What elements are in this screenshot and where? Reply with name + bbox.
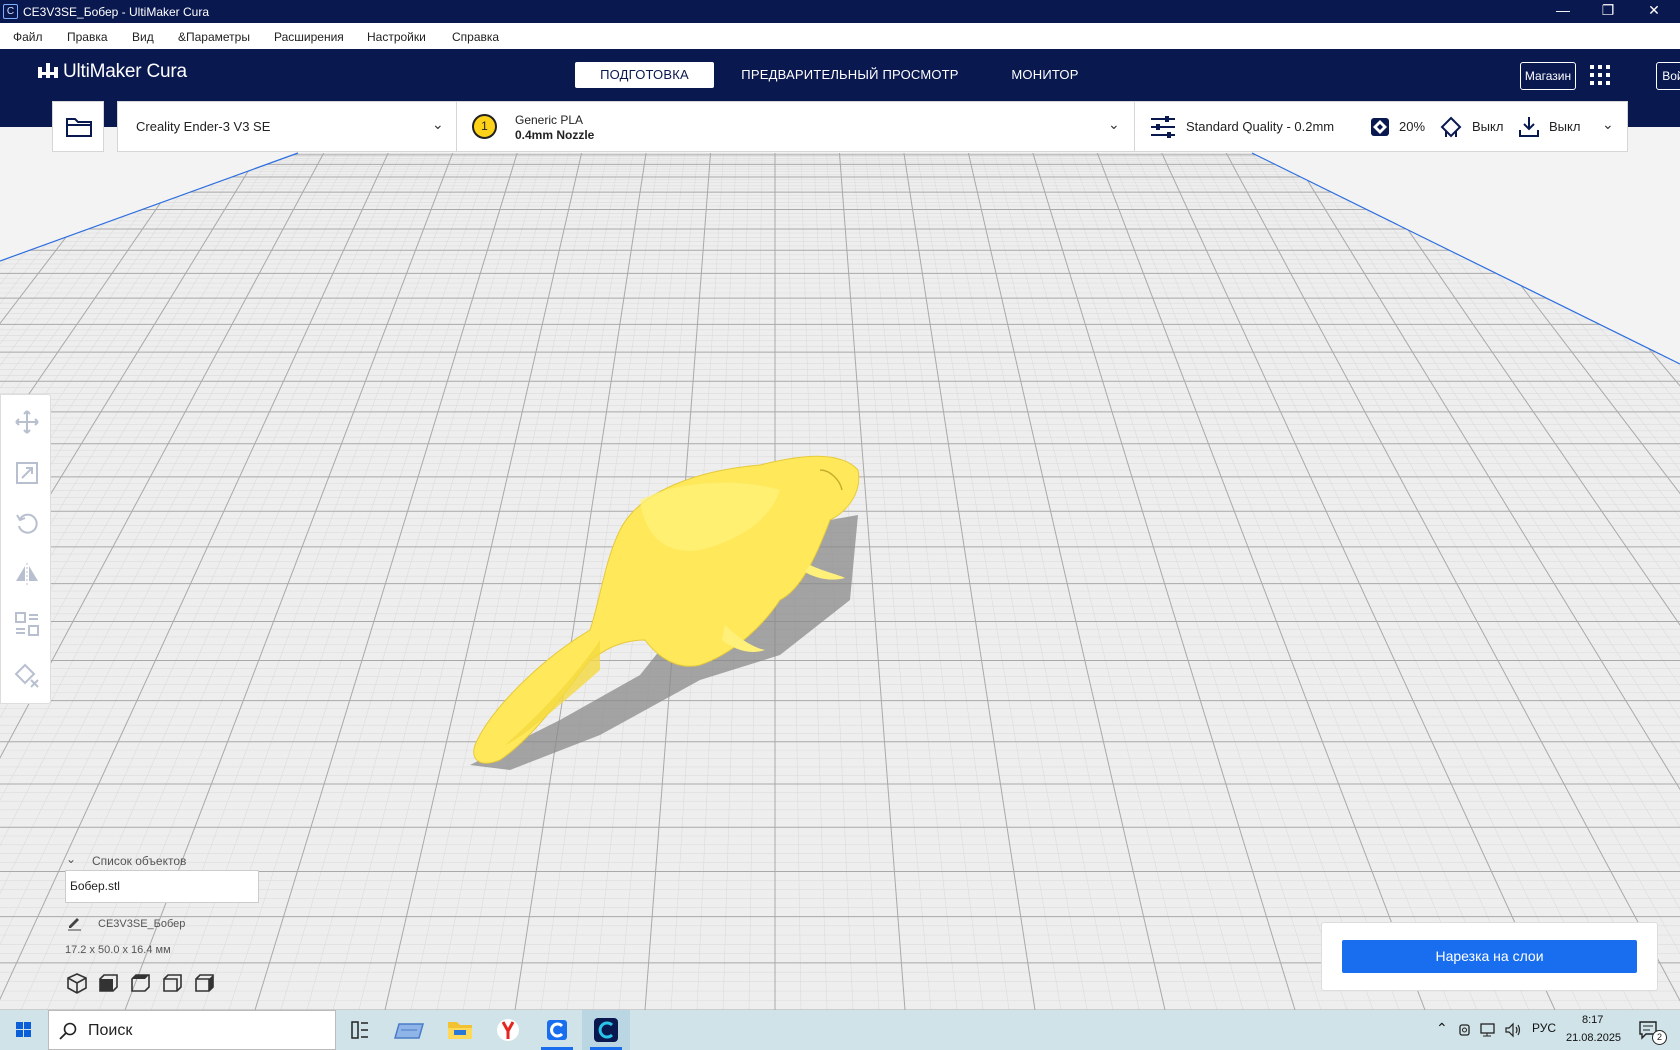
input-language[interactable]: РУС: [1532, 1021, 1556, 1035]
folder-icon: [66, 118, 92, 137]
logo: UltiMaker Cura: [37, 61, 187, 83]
menu-help[interactable]: Справка: [452, 30, 499, 44]
cura-taskbar-icon[interactable]: [533, 1010, 581, 1050]
menu-view[interactable]: Вид: [132, 30, 154, 44]
slice-panel: Нарезка на слои: [1321, 922, 1658, 991]
windows-start-icon[interactable]: [0, 1010, 48, 1050]
model-dimensions: 17.2 x 50.0 x 16.4 мм: [65, 944, 171, 956]
support-value: Выкл: [1472, 119, 1504, 134]
print-settings-selector[interactable]: Standard Quality - 0.2mm 20% Выкл Выкл ⌄: [1134, 101, 1628, 152]
cura-app-icon: C: [3, 4, 18, 19]
yandex-browser-icon[interactable]: [484, 1010, 532, 1050]
transform-tools-panel: [0, 394, 51, 704]
minimize-button[interactable]: —: [1541, 0, 1585, 23]
chevron-down-icon: ⌄: [432, 116, 444, 132]
creality-print-icon[interactable]: [582, 1010, 630, 1050]
per-model-settings-icon[interactable]: [14, 611, 40, 637]
camera-tray-icon[interactable]: [1457, 1022, 1473, 1038]
signin-button[interactable]: Войти: [1656, 62, 1680, 90]
menu-preferences[interactable]: Настройки: [367, 30, 426, 44]
tray-overflow-chevron-icon[interactable]: ⌃: [1436, 1020, 1448, 1037]
adhesion-value: Выкл: [1549, 119, 1581, 134]
nozzle-size: 0.4mm Nozzle: [515, 128, 595, 142]
3d-view-icon[interactable]: [67, 973, 87, 994]
windows-taskbar: Поиск ⌃ РУС 8:17 21.08.2025 2: [0, 1010, 1680, 1050]
tab-monitor[interactable]: МОНИТОР: [995, 62, 1095, 88]
infill-icon: [1371, 118, 1389, 136]
object-list-title[interactable]: Список объектов: [92, 854, 186, 868]
window-title: CE3V3SE_Бобер - UltiMaker Cura: [23, 5, 210, 19]
clock-date[interactable]: 21.08.2025: [1566, 1032, 1621, 1044]
printer-selector[interactable]: Creality Ender-3 V3 SE ⌄: [117, 101, 457, 152]
object-list-item[interactable]: Бобер.stl: [65, 870, 259, 903]
material-selector[interactable]: 1 Generic PLA 0.4mm Nozzle ⌄: [456, 101, 1135, 152]
scale-icon[interactable]: [14, 460, 40, 486]
rotate-icon[interactable]: [14, 510, 40, 536]
snipping-tool-icon[interactable]: [386, 1010, 434, 1050]
apps-grid-icon[interactable]: [1590, 65, 1610, 85]
right-view-icon[interactable]: [195, 974, 214, 992]
sliders-icon: [1151, 116, 1175, 138]
volume-icon[interactable]: [1504, 1022, 1522, 1038]
edit-pencil-icon[interactable]: [66, 915, 82, 931]
camera-view-buttons: [67, 973, 214, 994]
collapse-chevron-icon[interactable]: ⌄: [66, 852, 76, 866]
tab-prepare[interactable]: ПОДГОТОВКА: [575, 62, 714, 88]
notification-count: 2: [1652, 1030, 1667, 1045]
logo-text: UltiMaker Cura: [63, 61, 187, 82]
search-icon: [59, 1022, 77, 1040]
menu-edit[interactable]: Правка: [67, 30, 108, 44]
material-name: Generic PLA: [515, 113, 584, 127]
ultimaker-logo-icon: [38, 63, 58, 78]
move-icon[interactable]: [14, 409, 40, 435]
support-blocker-icon[interactable]: [14, 663, 40, 689]
menu-bar: Файл Правка Вид &Параметры Расширения На…: [0, 23, 1680, 49]
infill-value: 20%: [1399, 119, 1426, 134]
top-view-icon[interactable]: [131, 974, 150, 992]
file-explorer-icon[interactable]: [436, 1010, 484, 1050]
taskbar-search[interactable]: Поиск: [48, 1010, 336, 1050]
chevron-down-icon: ⌄: [1108, 116, 1120, 132]
mirror-icon[interactable]: [14, 561, 40, 587]
open-file-button[interactable]: [52, 101, 104, 152]
quality-profile: Standard Quality - 0.2mm: [1186, 119, 1335, 134]
chevron-down-icon: ⌄: [1602, 116, 1614, 132]
restore-button[interactable]: ❐: [1586, 0, 1630, 23]
marketplace-button[interactable]: Магазин: [1520, 62, 1576, 90]
slice-button[interactable]: Нарезка на слои: [1342, 940, 1637, 973]
job-name[interactable]: CE3V3SE_Бобер: [98, 918, 185, 930]
menu-file[interactable]: Файл: [13, 30, 43, 44]
menu-extensions[interactable]: Расширения: [274, 30, 344, 44]
tab-preview[interactable]: ПРЕДВАРИТЕЛЬНЫЙ ПРОСМОТР: [735, 62, 965, 88]
network-icon[interactable]: [1480, 1022, 1498, 1038]
front-view-icon[interactable]: [99, 974, 118, 992]
left-view-icon[interactable]: [163, 974, 182, 992]
title-bar: C CE3V3SE_Бобер - UltiMaker Cura — ❐ ✕: [0, 0, 1680, 23]
adhesion-icon: [1519, 117, 1539, 137]
search-placeholder: Поиск: [88, 1022, 133, 1039]
task-view-icon[interactable]: [336, 1010, 384, 1050]
menu-settings[interactable]: &Параметры: [178, 30, 250, 44]
close-button[interactable]: ✕: [1632, 0, 1676, 23]
clock-time[interactable]: 8:17: [1582, 1014, 1603, 1026]
printer-name: Creality Ender-3 V3 SE: [136, 119, 271, 134]
extruder-badge: 1: [472, 114, 497, 139]
support-icon: [1440, 116, 1462, 138]
